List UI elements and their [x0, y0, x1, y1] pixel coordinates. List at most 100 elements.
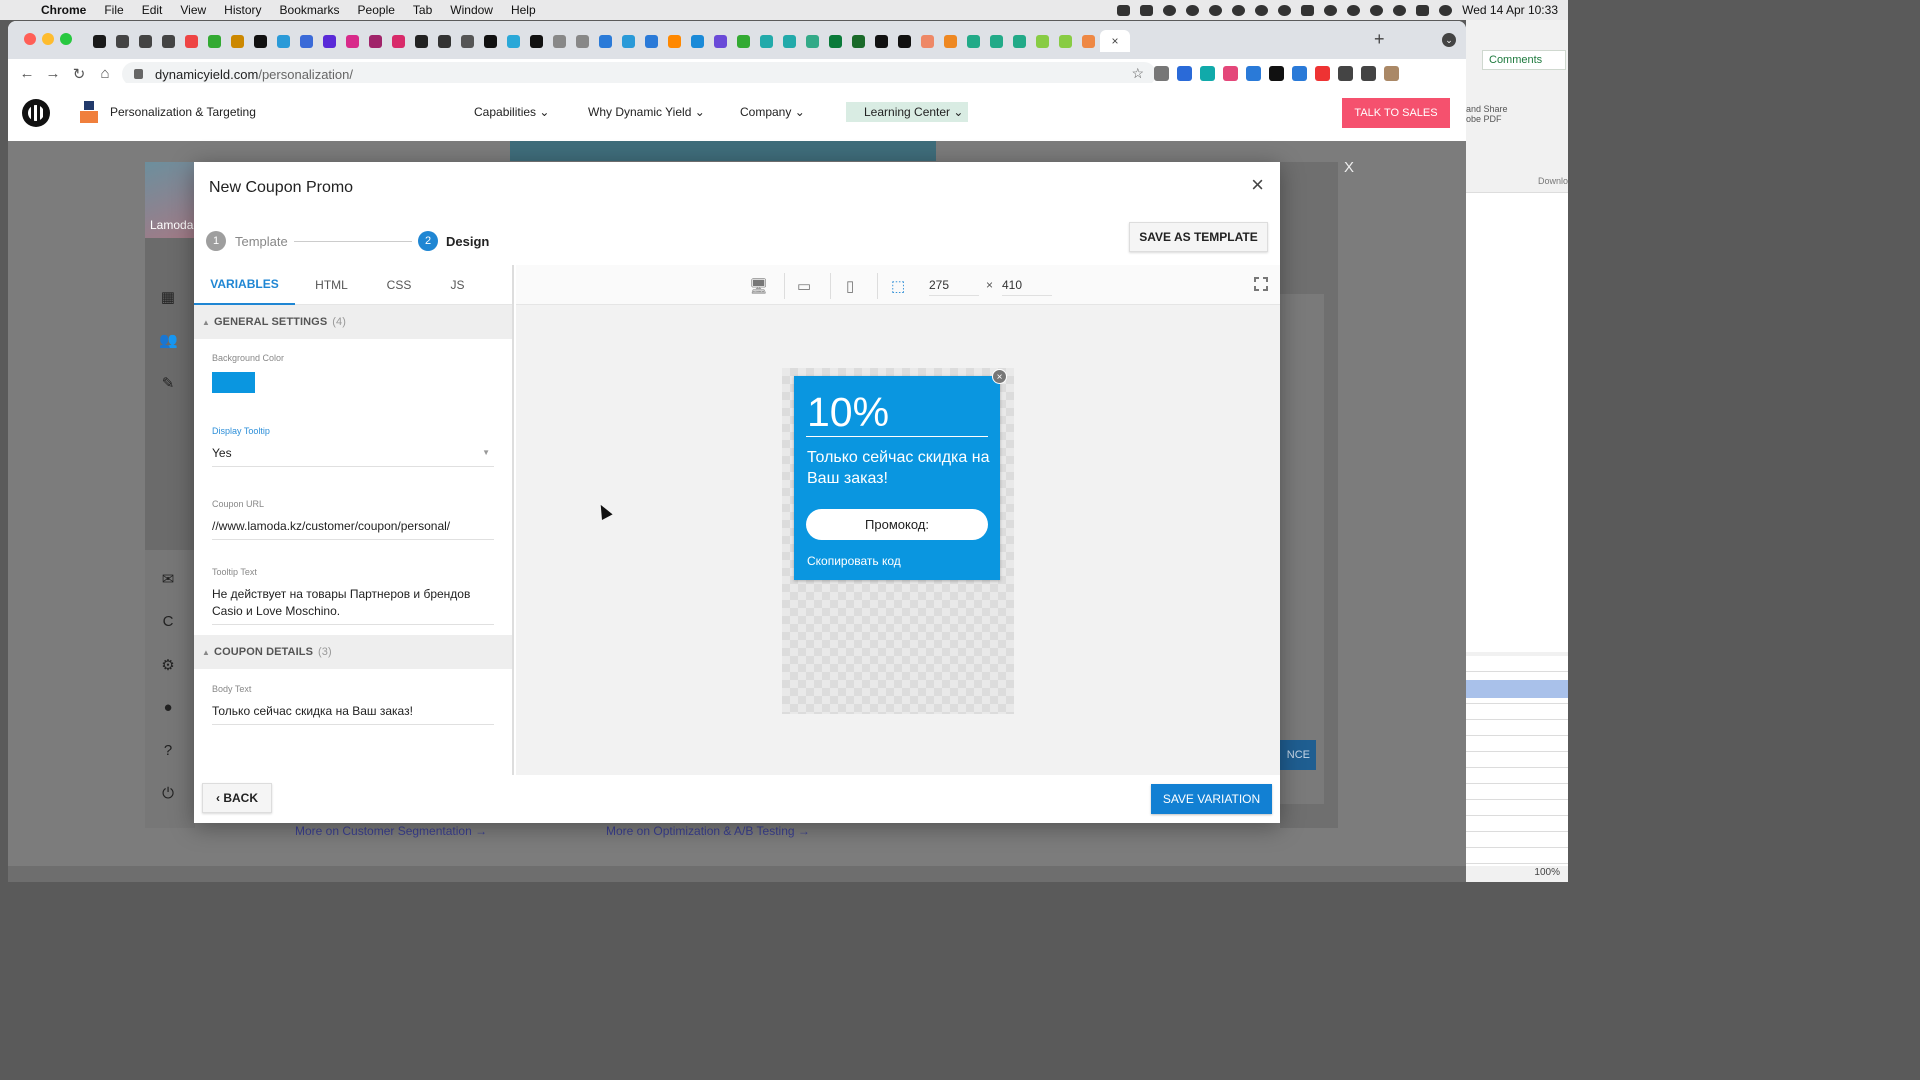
user-status-icon[interactable] — [1370, 4, 1384, 16]
preview-width-input[interactable]: 275 — [929, 278, 979, 296]
menu-edit[interactable]: Edit — [133, 3, 172, 17]
product-name[interactable]: Personalization & Targeting — [110, 105, 256, 119]
close-icon[interactable]: × — [1251, 174, 1264, 196]
menu-tab[interactable]: Tab — [404, 3, 441, 17]
browser-tab[interactable] — [387, 30, 410, 52]
browser-tab[interactable] — [893, 30, 916, 52]
back-button[interactable]: ‹ BACK — [202, 783, 272, 813]
active-tab-close-icon[interactable]: × — [1100, 30, 1130, 52]
clock[interactable]: Wed 14 Apr 10:33 — [1462, 3, 1558, 17]
dropbox-status-icon[interactable] — [1140, 4, 1154, 16]
step-1-label[interactable]: Template — [235, 234, 288, 249]
play-status-icon[interactable] — [1278, 4, 1292, 16]
bluetooth-icon[interactable] — [1347, 4, 1361, 16]
vpn-status-icon[interactable] — [1209, 4, 1223, 16]
campaign-icon[interactable]: C — [159, 613, 177, 630]
home-icon[interactable]: ⌂ — [92, 65, 118, 82]
forward-arrow-icon[interactable]: → — [40, 65, 66, 82]
nav-company[interactable]: Company ⌄ — [740, 105, 805, 119]
browser-tab[interactable] — [824, 30, 847, 52]
save-as-template-button[interactable]: SAVE AS TEMPLATE — [1129, 222, 1268, 252]
right-action-button[interactable]: NCE — [1280, 740, 1316, 770]
browser-tab[interactable] — [686, 30, 709, 52]
body-text-input[interactable]: Только сейчас скидка на Ваш заказ! — [212, 703, 494, 725]
browser-tab[interactable] — [732, 30, 755, 52]
menu-window[interactable]: Window — [441, 3, 502, 17]
browser-tab[interactable] — [640, 30, 663, 52]
magic-wand-icon[interactable]: ✎ — [159, 374, 177, 392]
tab-html[interactable]: HTML — [295, 265, 368, 305]
extension-icon[interactable] — [1200, 66, 1215, 81]
browser-tab[interactable] — [410, 30, 433, 52]
siri-icon[interactable] — [1439, 4, 1453, 16]
preview-height-input[interactable]: 410 — [1002, 278, 1052, 296]
lock-icon[interactable] — [134, 69, 143, 79]
cloud-status-icon[interactable] — [1232, 4, 1246, 16]
menu-app-name[interactable]: Chrome — [32, 3, 95, 17]
comments-button[interactable]: Comments — [1482, 50, 1566, 70]
camera-status-icon[interactable] — [1117, 4, 1131, 16]
mail-icon[interactable]: ✉ — [159, 570, 177, 588]
account-thumbnail[interactable]: Lamoda — [145, 162, 197, 238]
dashboard-icon[interactable]: ▦ — [159, 288, 177, 306]
link-customer-segmentation[interactable]: More on Customer Segmentation → — [295, 824, 487, 838]
tab-css[interactable]: CSS — [368, 265, 430, 305]
browser-tab[interactable] — [180, 30, 203, 52]
browser-tab[interactable] — [479, 30, 502, 52]
browser-tab[interactable] — [318, 30, 341, 52]
nav-why-dynamic-yield[interactable]: Why Dynamic Yield ⌄ — [588, 105, 705, 119]
menu-file[interactable]: File — [95, 3, 132, 17]
browser-tab[interactable] — [571, 30, 594, 52]
browser-tab[interactable] — [755, 30, 778, 52]
user-icon[interactable]: ● — [159, 699, 177, 716]
browser-tab[interactable] — [847, 30, 870, 52]
power-icon[interactable]: ⏻ — [159, 785, 177, 802]
coupon-url-input[interactable]: //www.lamoda.kz/customer/coupon/personal… — [212, 518, 494, 540]
menu-history[interactable]: History — [215, 3, 270, 17]
promo-code-button[interactable]: Промокод: — [806, 509, 988, 540]
pinterest-status-icon[interactable] — [1186, 4, 1200, 16]
extension-icon[interactable] — [1269, 66, 1284, 81]
browser-tab[interactable] — [341, 30, 364, 52]
browser-tab[interactable] — [203, 30, 226, 52]
extension-icon[interactable] — [1361, 66, 1376, 81]
browser-tab[interactable] — [1054, 30, 1077, 52]
talk-to-sales-button[interactable]: TALK TO SALES — [1342, 98, 1450, 128]
dynamic-yield-logo[interactable] — [22, 99, 50, 127]
step-2-label[interactable]: Design — [446, 234, 489, 249]
general-settings-header[interactable]: ▲ GENERAL SETTINGS (4) — [194, 305, 512, 339]
creative-cloud-status-icon[interactable] — [1163, 4, 1177, 16]
browser-tab[interactable] — [870, 30, 893, 52]
extension-icon[interactable] — [1246, 66, 1261, 81]
menu-people[interactable]: People — [349, 3, 404, 17]
save-variation-button[interactable]: SAVE VARIATION — [1151, 784, 1272, 814]
browser-tab[interactable] — [594, 30, 617, 52]
desktop-icon[interactable]: 🖥 — [749, 277, 768, 295]
zoom-window-button[interactable] — [60, 33, 72, 45]
wifi-icon[interactable] — [1324, 4, 1338, 16]
link-optimization[interactable]: More on Optimization & A/B Testing → — [606, 824, 810, 838]
extension-icon[interactable] — [1223, 66, 1238, 81]
browser-tab[interactable] — [134, 30, 157, 52]
nav-capabilities[interactable]: Capabilities ⌄ — [474, 105, 549, 119]
browser-tab[interactable] — [1077, 30, 1100, 52]
help-icon[interactable]: ? — [159, 742, 177, 759]
browser-tab[interactable] — [916, 30, 939, 52]
browser-tab[interactable] — [801, 30, 824, 52]
menu-help[interactable]: Help — [502, 3, 545, 17]
spotlight-icon[interactable] — [1393, 4, 1407, 16]
background-color-swatch[interactable] — [212, 372, 255, 393]
extension-icon[interactable] — [1338, 66, 1353, 81]
browser-tab[interactable] — [1008, 30, 1031, 52]
extension-icon[interactable] — [1292, 66, 1307, 81]
coupon-close-icon[interactable]: × — [992, 369, 1007, 384]
fullscreen-icon[interactable] — [1254, 277, 1268, 291]
browser-tab[interactable] — [663, 30, 686, 52]
tooltip-text-input[interactable]: Не действует на товары Партнеров и бренд… — [212, 586, 494, 625]
step-2-number[interactable]: 2 — [418, 231, 438, 251]
settings-gear-icon[interactable]: ⚙ — [159, 656, 177, 674]
browser-tab[interactable] — [157, 30, 180, 52]
menu-view[interactable]: View — [171, 3, 215, 17]
browser-tab[interactable] — [1031, 30, 1054, 52]
browser-tab[interactable] — [502, 30, 525, 52]
